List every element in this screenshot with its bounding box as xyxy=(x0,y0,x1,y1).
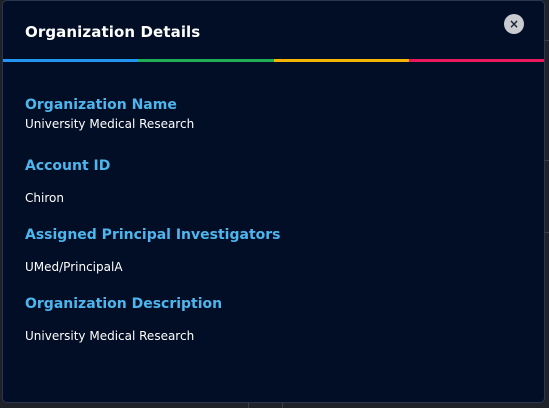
field-organization-name: Organization Name University Medical Res… xyxy=(25,96,522,157)
modal-title: Organization Details xyxy=(25,23,201,41)
modal-body: Organization Name University Medical Res… xyxy=(3,62,544,344)
field-value: UMed/PrincipalA xyxy=(25,260,123,274)
background-divider xyxy=(545,160,549,161)
field-value: University Medical Research xyxy=(25,329,195,343)
field-label: Account ID xyxy=(25,158,111,174)
field-assigned-principal-investigators: Assigned Principal Investigators UMed/Pr… xyxy=(25,226,522,295)
background-divider xyxy=(545,232,549,233)
field-value: University Medical Research xyxy=(25,117,195,131)
accent-segment xyxy=(408,59,544,62)
field-label: Organization Description xyxy=(25,296,223,312)
modal-header: Organization Details × xyxy=(3,1,544,59)
accent-segment xyxy=(138,59,274,62)
field-label: Organization Name xyxy=(25,97,177,113)
accent-segment xyxy=(273,59,409,62)
close-icon[interactable]: × xyxy=(504,14,524,34)
field-account-id: Account ID Chiron xyxy=(25,157,522,226)
organization-details-modal: Organization Details × Organization Name… xyxy=(2,0,545,403)
field-value: Chiron xyxy=(25,191,64,205)
accent-segment xyxy=(3,59,139,62)
field-label: Assigned Principal Investigators xyxy=(25,227,281,243)
header-accent-bar xyxy=(3,59,544,62)
background-divider xyxy=(545,40,549,41)
field-organization-description: Organization Description University Medi… xyxy=(25,295,522,344)
